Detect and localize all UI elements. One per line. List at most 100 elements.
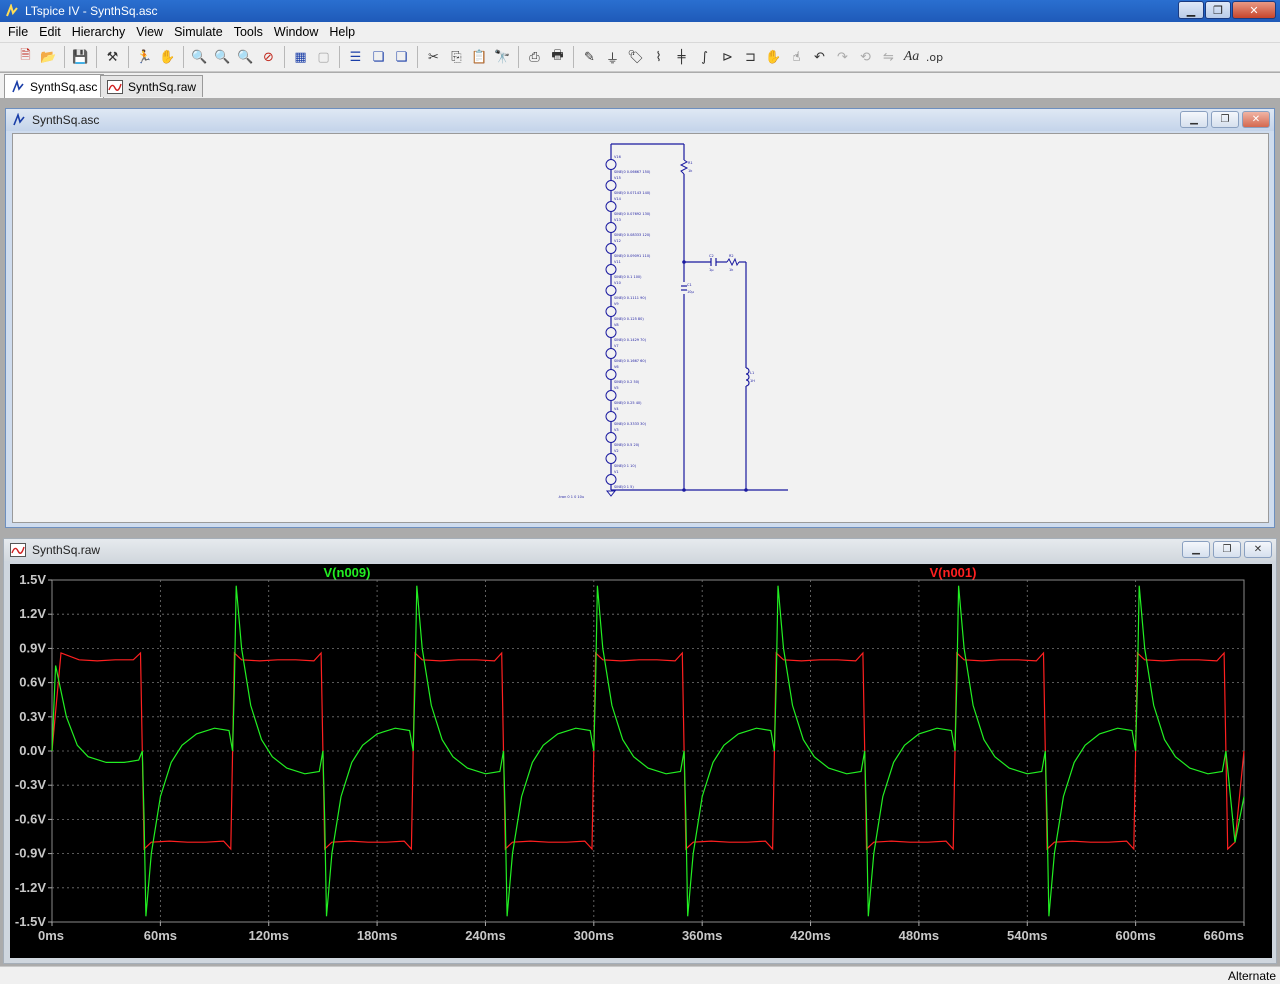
menu-tools[interactable]: Tools — [230, 25, 270, 39]
control-panel-icon[interactable]: ⚒ — [101, 46, 124, 68]
menu-simulate[interactable]: Simulate — [170, 25, 230, 39]
undo-icon[interactable]: ↶ — [808, 46, 831, 68]
drag-icon[interactable]: ☝ — [785, 46, 808, 68]
voltage-source[interactable]: V13 SINE(0 0.08333 120) — [605, 218, 651, 237]
print-preview-icon[interactable]: ⎙ — [523, 46, 546, 68]
menu-view[interactable]: View — [132, 25, 170, 39]
tab-synthsq-asc[interactable]: SynthSq.asc — [4, 74, 105, 98]
label-net-icon[interactable]: 🏷 — [624, 46, 647, 68]
schematic-restore-button[interactable]: ❐ — [1211, 111, 1239, 128]
x-tick-label: 360ms — [682, 928, 722, 943]
source-name: V12 — [614, 239, 621, 243]
menu-help[interactable]: Help — [325, 25, 362, 39]
cut-icon[interactable]: ✂ — [422, 46, 445, 68]
schematic-minimize-button[interactable]: ▁ — [1180, 111, 1208, 128]
restore-button[interactable]: ❐ — [1205, 1, 1231, 19]
resistor-r2[interactable]: R2 1k — [726, 254, 740, 272]
tab-synthsq-raw[interactable]: SynthSq.raw — [100, 75, 204, 97]
ground-symbol[interactable] — [605, 490, 617, 497]
rotate-icon[interactable]: ⟲ — [854, 46, 877, 68]
zoom-in-icon[interactable]: 🔍 — [188, 46, 211, 68]
waveform-minimize-button[interactable]: ▁ — [1182, 541, 1210, 558]
redo-icon[interactable]: ↷ — [831, 46, 854, 68]
trace-label[interactable]: V(n001) — [930, 565, 977, 580]
schematic-window-caption: SynthSq.asc — [6, 109, 1274, 131]
ground-icon[interactable]: ⏚ — [601, 46, 624, 68]
text-icon[interactable]: Aa — [900, 46, 923, 68]
source-value: SINE(0 0.09091 110) — [614, 254, 651, 258]
capacitor-icon[interactable]: ╪ — [670, 46, 693, 68]
voltage-source[interactable]: V14 SINE(0 0.07692 130) — [605, 197, 651, 216]
waveform-plot[interactable]: 1.5V 1.2V 0.9V 0.6V 0.3V 0.0V -0.3V -0.6V -0.9V -… — [10, 564, 1272, 958]
menu-bar: File Edit Hierarchy View Simulate Tools … — [0, 22, 1280, 42]
print-icon[interactable]: 🖶 — [546, 46, 569, 68]
voltage-source[interactable]: V8 SINE(0 0.1429 70) — [605, 323, 647, 342]
document-tabs: SynthSq.asc SynthSq.raw — [0, 73, 1280, 98]
schematic-icon — [12, 79, 24, 92]
tile-horizontal-icon[interactable]: ☰ — [344, 46, 367, 68]
spice-directive-icon[interactable]: .op — [923, 46, 946, 68]
menu-file[interactable]: File — [4, 25, 35, 39]
menu-window[interactable]: Window — [270, 25, 325, 39]
run-icon[interactable]: 🏃 — [133, 46, 156, 68]
mirror-icon[interactable]: ⇋ — [877, 46, 900, 68]
y-tick-label: -0.3V — [15, 777, 46, 792]
zoom-out-icon[interactable]: 🔍 — [234, 46, 257, 68]
x-tick-label: 60ms — [144, 928, 177, 943]
halt-icon[interactable]: ✋ — [156, 46, 179, 68]
close-windows-icon[interactable]: ❏ — [390, 46, 413, 68]
voltage-source[interactable]: V12 SINE(0 0.09091 110) — [605, 239, 651, 258]
source-value: SINE(0 0.3333 30) — [614, 422, 647, 426]
paste-icon[interactable]: 📋 — [468, 46, 491, 68]
voltage-source[interactable]: V15 SINE(0 0.07143 140) — [605, 176, 651, 195]
new-schematic-icon[interactable]: 🗎 — [14, 46, 37, 68]
source-name: V10 — [614, 281, 621, 285]
open-icon[interactable]: 📂 — [37, 46, 60, 68]
component-icon[interactable]: ⊐ — [739, 46, 762, 68]
source-value: SINE(0 0.1429 70) — [614, 338, 647, 342]
voltage-source[interactable]: V7 SINE(0 0.1667 60) — [605, 344, 647, 363]
voltage-source[interactable]: V4 SINE(0 0.3333 30) — [605, 407, 647, 426]
source-name: V2 — [614, 449, 619, 453]
draw-wire-icon[interactable]: ✎ — [578, 46, 601, 68]
close-button[interactable]: ✕ — [1232, 1, 1276, 19]
waveform-restore-button[interactable]: ❐ — [1213, 541, 1241, 558]
toolbar-separator — [64, 46, 65, 68]
voltage-source[interactable]: V9 SINE(0 0.125 80) — [605, 302, 644, 321]
capacitor-c1[interactable]: C1 10µ — [681, 283, 694, 294]
spice-directive[interactable]: .tran 0 1 0 10u — [558, 495, 584, 499]
x-tick-label: 600ms — [1115, 928, 1155, 943]
trace-label[interactable]: V(n009) — [324, 565, 371, 580]
inductor-l1[interactable]: L1 1H — [745, 367, 755, 387]
source-value: SINE(0 0.5 20) — [614, 443, 640, 447]
zoom-area-icon[interactable]: 🔍 — [211, 46, 234, 68]
autoscale-icon[interactable]: ▦ — [289, 46, 312, 68]
zoom-cancel-icon[interactable]: ⊘ — [257, 46, 280, 68]
source-name: V3 — [614, 428, 619, 432]
move-icon[interactable]: ✋ — [762, 46, 785, 68]
x-tick-label: 660ms — [1204, 928, 1244, 943]
voltage-source[interactable]: V16 SINE(0 0.06667 150) — [605, 155, 651, 174]
menu-hierarchy[interactable]: Hierarchy — [68, 25, 133, 39]
voltage-source[interactable]: V10 SINE(0 0.1111 90) — [605, 281, 647, 300]
save-icon[interactable]: 💾 — [69, 46, 92, 68]
resistor-icon[interactable]: ⌇ — [647, 46, 670, 68]
schematic-canvas[interactable]: V16 SINE(0 0.06667 150) V15 SINE(0 0.07143 … — [12, 133, 1269, 523]
resistor-r1[interactable]: R1 1k — [679, 159, 693, 175]
zoom-fit-icon[interactable]: ▢ — [312, 46, 335, 68]
toolbar-separator — [339, 46, 340, 68]
menu-edit[interactable]: Edit — [35, 25, 68, 39]
inductor-icon[interactable]: ∫ — [693, 46, 716, 68]
find-icon[interactable]: 🔭 — [491, 46, 514, 68]
cascade-icon[interactable]: ❏ — [367, 46, 390, 68]
diode-icon[interactable]: ⊳ — [716, 46, 739, 68]
capacitor-c2[interactable]: C2 1µ — [709, 254, 717, 272]
waveform-chart[interactable]: 1.5V 1.2V 0.9V 0.6V 0.3V 0.0V -0.3V -0.6V -0.9V -… — [10, 564, 1272, 958]
voltage-source[interactable]: V1 SINE(0 1 5) — [605, 470, 634, 489]
schematic-drawing[interactable]: V16 SINE(0 0.06667 150) V15 SINE(0 0.07143 … — [13, 134, 1268, 522]
minimize-button[interactable]: ▁ — [1178, 1, 1204, 19]
schematic-close-button[interactable]: ✕ — [1242, 111, 1270, 128]
waveform-close-button[interactable]: ✕ — [1244, 541, 1272, 558]
source-name: V9 — [614, 302, 619, 306]
copy-icon[interactable]: ⎘ — [445, 46, 468, 68]
